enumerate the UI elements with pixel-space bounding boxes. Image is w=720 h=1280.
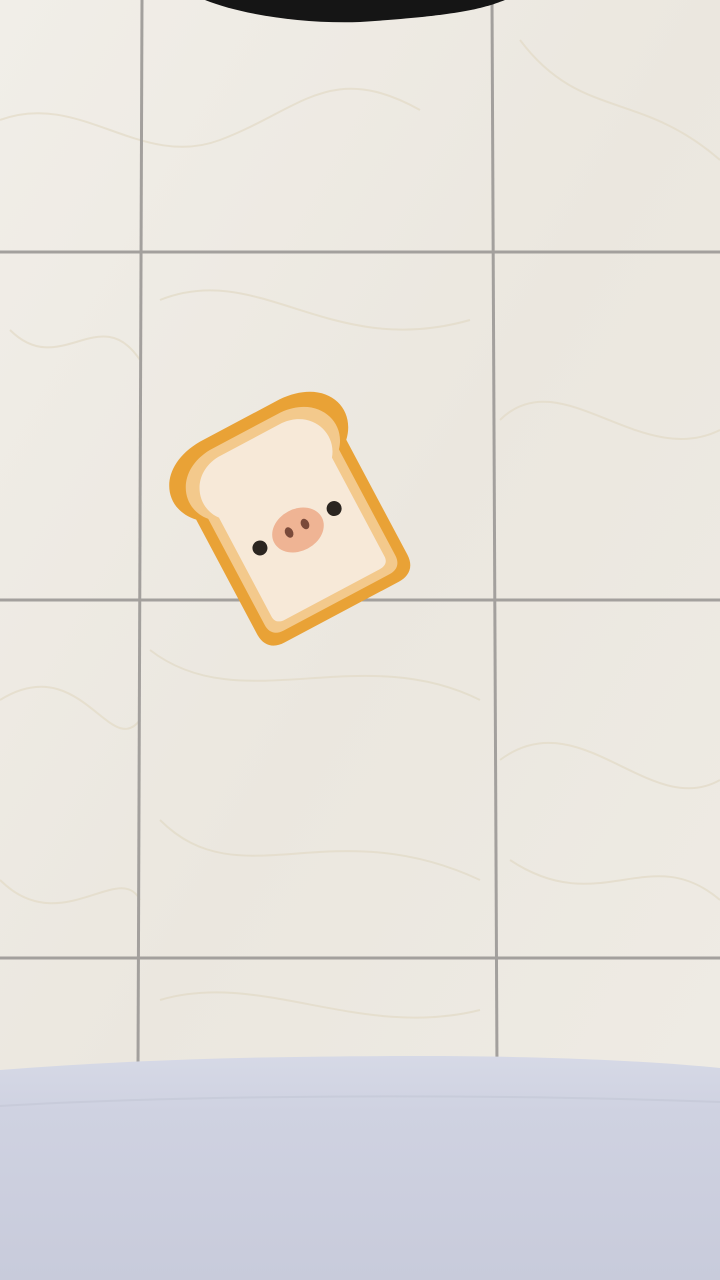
game-scene[interactable]	[0, 0, 720, 1280]
dark-object-top	[205, 0, 505, 23]
counter-top-edge	[0, 1056, 720, 1280]
counter-table	[0, 1056, 720, 1280]
toast-pig-face-icon[interactable]	[160, 380, 420, 650]
